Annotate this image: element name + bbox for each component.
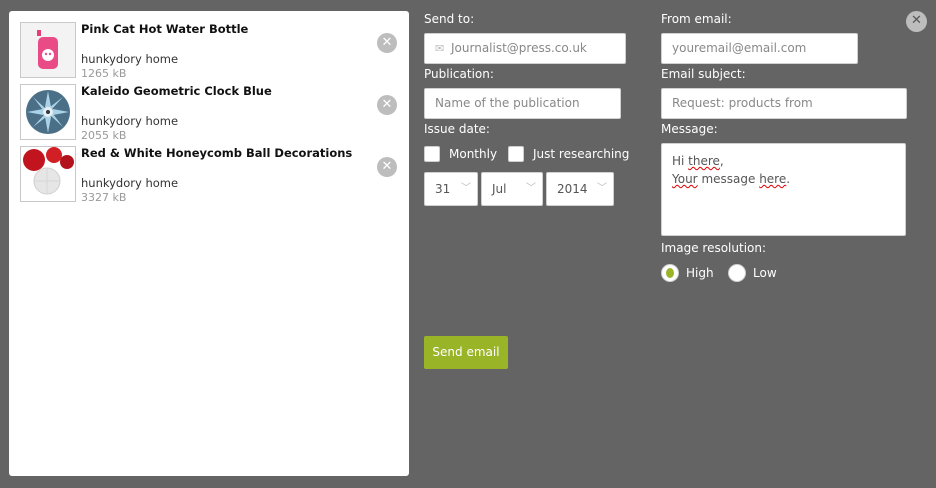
- day-value: 31: [435, 182, 451, 196]
- from-email-label: From email:: [661, 12, 732, 26]
- message-text-misspelled: here: [759, 172, 787, 186]
- send-email-button[interactable]: Send email: [424, 336, 508, 369]
- send-to-label: Send to:: [424, 12, 475, 26]
- month-select[interactable]: Jul ﹀: [481, 172, 543, 206]
- message-textarea[interactable]: Hi there, Your message here.: [661, 143, 906, 236]
- publication-placeholder: Name of the publication: [435, 96, 580, 110]
- month-value: Jul: [492, 182, 507, 196]
- monthly-checkbox[interactable]: [424, 146, 440, 162]
- product-name: Pink Cat Hot Water Bottle: [81, 22, 249, 36]
- message-text-misspelled: there: [688, 154, 720, 168]
- monthly-label: Monthly: [449, 147, 498, 161]
- honeycomb-thumbnail: [20, 146, 76, 202]
- publication-label: Publication:: [424, 67, 494, 81]
- product-item-3: Red & White Honeycomb Ball Decorations h…: [20, 146, 397, 204]
- just-researching-checkbox[interactable]: [508, 146, 524, 162]
- remove-product-button[interactable]: ✕: [377, 95, 397, 115]
- product-brand: hunkydory home: [81, 52, 179, 66]
- send-to-placeholder: Journalist@press.co.uk: [451, 41, 587, 55]
- product-file-size: 3327 kB: [81, 191, 127, 204]
- product-item-2: Kaleido Geometric Clock Blue hunkydory h…: [20, 84, 397, 142]
- product-file-size: 1265 kB: [81, 67, 127, 80]
- product-name: Red & White Honeycomb Ball Decorations: [81, 146, 353, 160]
- resolution-low-radio[interactable]: [728, 264, 746, 282]
- publication-input[interactable]: Name of the publication: [424, 88, 621, 119]
- email-subject-label: Email subject:: [661, 67, 746, 81]
- envelope-icon: ✉: [435, 42, 445, 55]
- email-subject-value: Request: products from: [672, 96, 813, 110]
- product-brand: hunkydory home: [81, 114, 179, 128]
- selected-products-panel: Pink Cat Hot Water Bottle hunkydory home…: [9, 11, 409, 476]
- chevron-down-icon: ﹀: [461, 183, 471, 194]
- chevron-down-icon: ﹀: [526, 183, 536, 194]
- remove-product-button[interactable]: ✕: [377, 157, 397, 177]
- remove-product-button[interactable]: ✕: [377, 33, 397, 53]
- image-resolution-label: Image resolution:: [661, 241, 767, 255]
- message-text: .: [786, 172, 791, 186]
- close-dialog-button[interactable]: ✕: [906, 11, 927, 32]
- from-email-input[interactable]: youremail@email.com: [661, 33, 858, 64]
- product-name: Kaleido Geometric Clock Blue: [81, 84, 272, 98]
- send-to-input[interactable]: ✉ Journalist@press.co.uk: [424, 33, 626, 64]
- resolution-low-label: Low: [753, 266, 777, 280]
- radio-selected-dot: [666, 268, 674, 278]
- product-file-size: 2055 kB: [81, 129, 127, 142]
- message-text: ,: [719, 154, 724, 168]
- day-select[interactable]: 31 ﹀: [424, 172, 478, 206]
- clock-thumbnail: [20, 84, 76, 140]
- chevron-down-icon: ﹀: [597, 183, 607, 194]
- message-line-1: Hi there,: [672, 152, 895, 170]
- message-text: message: [697, 172, 760, 186]
- product-item-1: Pink Cat Hot Water Bottle hunkydory home…: [20, 22, 397, 80]
- message-line-2: Your message here.: [672, 170, 895, 188]
- message-text-misspelled: Your: [672, 172, 698, 186]
- resolution-high-radio[interactable]: [661, 264, 679, 282]
- pink-bottle-thumbnail: [20, 22, 76, 78]
- message-label: Message:: [661, 122, 718, 136]
- just-researching-label: Just researching: [533, 147, 630, 161]
- from-email-placeholder: youremail@email.com: [672, 41, 807, 55]
- year-select[interactable]: 2014 ﹀: [546, 172, 614, 206]
- email-subject-input[interactable]: Request: products from: [661, 88, 907, 119]
- message-text: Hi: [672, 154, 689, 168]
- year-value: 2014: [557, 182, 588, 196]
- product-brand: hunkydory home: [81, 176, 179, 190]
- resolution-high-label: High: [686, 266, 714, 280]
- issue-date-label: Issue date:: [424, 122, 490, 136]
